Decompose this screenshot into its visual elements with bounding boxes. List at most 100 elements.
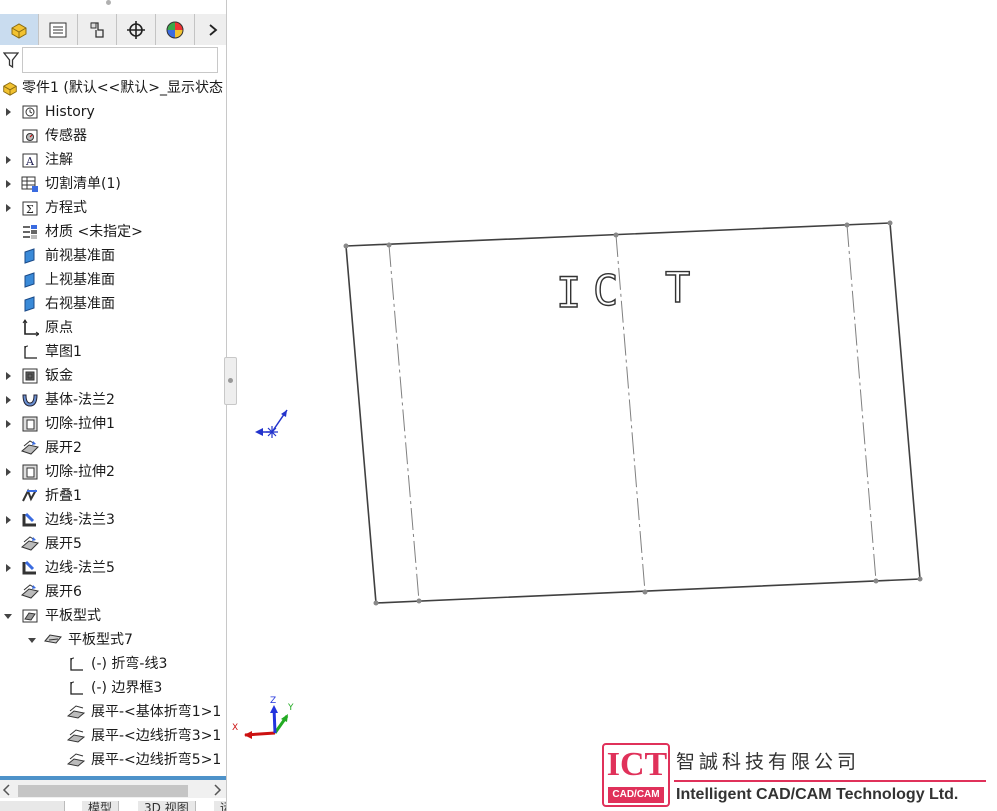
filter-icon[interactable] [3,51,19,69]
tree-item[interactable]: 展开6 [0,580,226,604]
tree-expand-arrow-icon[interactable] [3,107,13,117]
edge-flange-icon [22,560,36,575]
tree-item[interactable]: 钣金 [0,364,226,388]
tree-item[interactable]: (-) 边界框3 [0,676,226,700]
tabs-more-chevron[interactable] [200,14,226,45]
tree-item-label: (-) 边界框3 [91,680,163,696]
tree-item-label: 平板型式7 [68,632,133,648]
tree-expand-arrow-icon[interactable] [3,179,13,189]
tree-expand-arrow-icon[interactable] [3,203,13,213]
company-logo: ICT CAD/CAM 智誠科技有限公司 Intelligent CAD/CAM… [602,743,992,809]
panel-grip[interactable] [106,0,111,5]
logo-mark-text: ICT [606,746,668,783]
tree-root-part[interactable]: 零件1 (默认<<默认>_显示状态 [0,76,226,100]
tree-expand-arrow-icon[interactable] [3,467,13,477]
tree-item[interactable]: A 注解 [0,148,226,172]
origin-icon [22,319,39,337]
tree-item[interactable]: 折叠1 [0,484,226,508]
tree-item[interactable]: 切除-拉伸1 [0,412,226,436]
tab-scroll-controls[interactable] [0,801,65,811]
unfold-icon [21,536,39,551]
feature-manager-panel: 零件1 (默认<<默认>_显示状态 History 传感器 A 注解切割清单(1) Σ 方… [0,0,227,811]
tree-item[interactable]: 展平-<边线折弯5>1 [0,748,226,772]
flat-pattern-icon [44,634,62,644]
tree-expand-arrow-icon[interactable] [3,563,13,573]
tab-3d-view[interactable]: 3D 视图 [138,801,196,811]
cut-extrude-icon [22,416,38,432]
history-icon [22,105,38,119]
scrollbar-thumb[interactable] [18,785,188,797]
filter-row [0,47,226,75]
chevron-right-icon [209,23,218,36]
tree-item[interactable]: 草图1 [0,340,226,364]
tree-item[interactable]: 展平-<边线折弯3>1 [0,724,226,748]
tree-expand-arrow-icon[interactable] [3,419,13,429]
tree-expand-arrow-icon[interactable] [3,515,13,525]
plane-icon [24,272,35,288]
tree-item[interactable]: 平板型式7 [0,628,226,652]
tree-item[interactable]: 原点 [0,316,226,340]
sketch-icon [70,681,83,695]
svg-text:A: A [25,155,35,168]
flatten-bend-icon [67,753,85,767]
unfold-icon [21,440,39,455]
tree-item-label: 切割清单(1) [45,176,121,192]
tab-model[interactable]: 模型 [82,801,120,811]
engraved-letter: I [556,268,581,317]
edge-flange-icon [22,512,36,527]
tree-expand-arrow-icon[interactable] [3,371,13,381]
flat-pattern-model[interactable]: I C T [343,220,923,606]
property-list-icon [49,22,67,37]
manager-tabs [0,14,226,45]
cutlist-icon [21,176,38,192]
tree-item[interactable]: 切割清单(1) [0,172,226,196]
tree-item[interactable]: 右视基准面 [0,292,226,316]
reference-triad[interactable]: X Y Z [232,696,294,739]
tab-displaymanager[interactable] [156,14,195,45]
tree-collapse-arrow-icon[interactable] [3,611,13,621]
tree-item[interactable]: Σ 方程式 [0,196,226,220]
part-icon [3,82,17,96]
root-label: 零件1 (默认<<默认>_显示状态 [22,80,224,96]
unfold-icon [21,584,39,599]
tree-item-label: 钣金 [45,368,73,384]
sketch-icon [24,345,37,359]
tree-item[interactable]: 切除-拉伸2 [0,460,226,484]
equation-icon: Σ [22,201,38,216]
flatten-bend-icon [67,729,85,743]
tab-propertymanager[interactable] [39,14,78,45]
tree-item[interactable]: 边线-法兰5 [0,556,226,580]
tree-expand-arrow-icon[interactable] [3,155,13,165]
tab-motion-study[interactable]: 运动算例 1 [214,801,226,811]
base-flange-icon [22,394,38,407]
tree-item[interactable]: 前视基准面 [0,244,226,268]
scroll-right-icon[interactable] [212,784,222,796]
flatten-bend-icon [67,705,85,719]
tree-item[interactable]: 展平-<基体折弯1>1 [0,700,226,724]
tree-item-label: 前视基准面 [45,248,115,264]
tree-item[interactable]: 材质 <未指定> [0,220,226,244]
tree-collapse-arrow-icon[interactable] [27,635,37,645]
tree-item[interactable]: 展开5 [0,532,226,556]
tab-dimxpertmanager[interactable] [117,14,156,45]
tree-item[interactable]: 平板型式 [0,604,226,628]
tree-expand-arrow-icon[interactable] [3,395,13,405]
scroll-left-icon[interactable] [2,784,12,796]
tree-item[interactable]: 传感器 [0,124,226,148]
tree-item[interactable]: History [0,100,226,124]
bend-line [846,224,877,582]
tab-configurationmanager[interactable] [78,14,117,45]
material-icon [23,225,37,239]
tree-item[interactable]: 边线-法兰3 [0,508,226,532]
tree-item-label: 边线-法兰3 [45,512,115,528]
horizontal-scrollbar[interactable] [0,776,226,798]
tree-item[interactable]: 展开2 [0,436,226,460]
configuration-icon [90,21,104,38]
tree-item-label: 切除-拉伸1 [45,416,115,432]
graphics-viewport[interactable]: I C T X Y Z [227,0,997,811]
filter-input[interactable] [22,47,218,73]
tab-featuremanager[interactable] [0,14,39,45]
tree-item[interactable]: (-) 折弯-线3 [0,652,226,676]
tree-item[interactable]: 上视基准面 [0,268,226,292]
tree-item[interactable]: 基体-法兰2 [0,388,226,412]
